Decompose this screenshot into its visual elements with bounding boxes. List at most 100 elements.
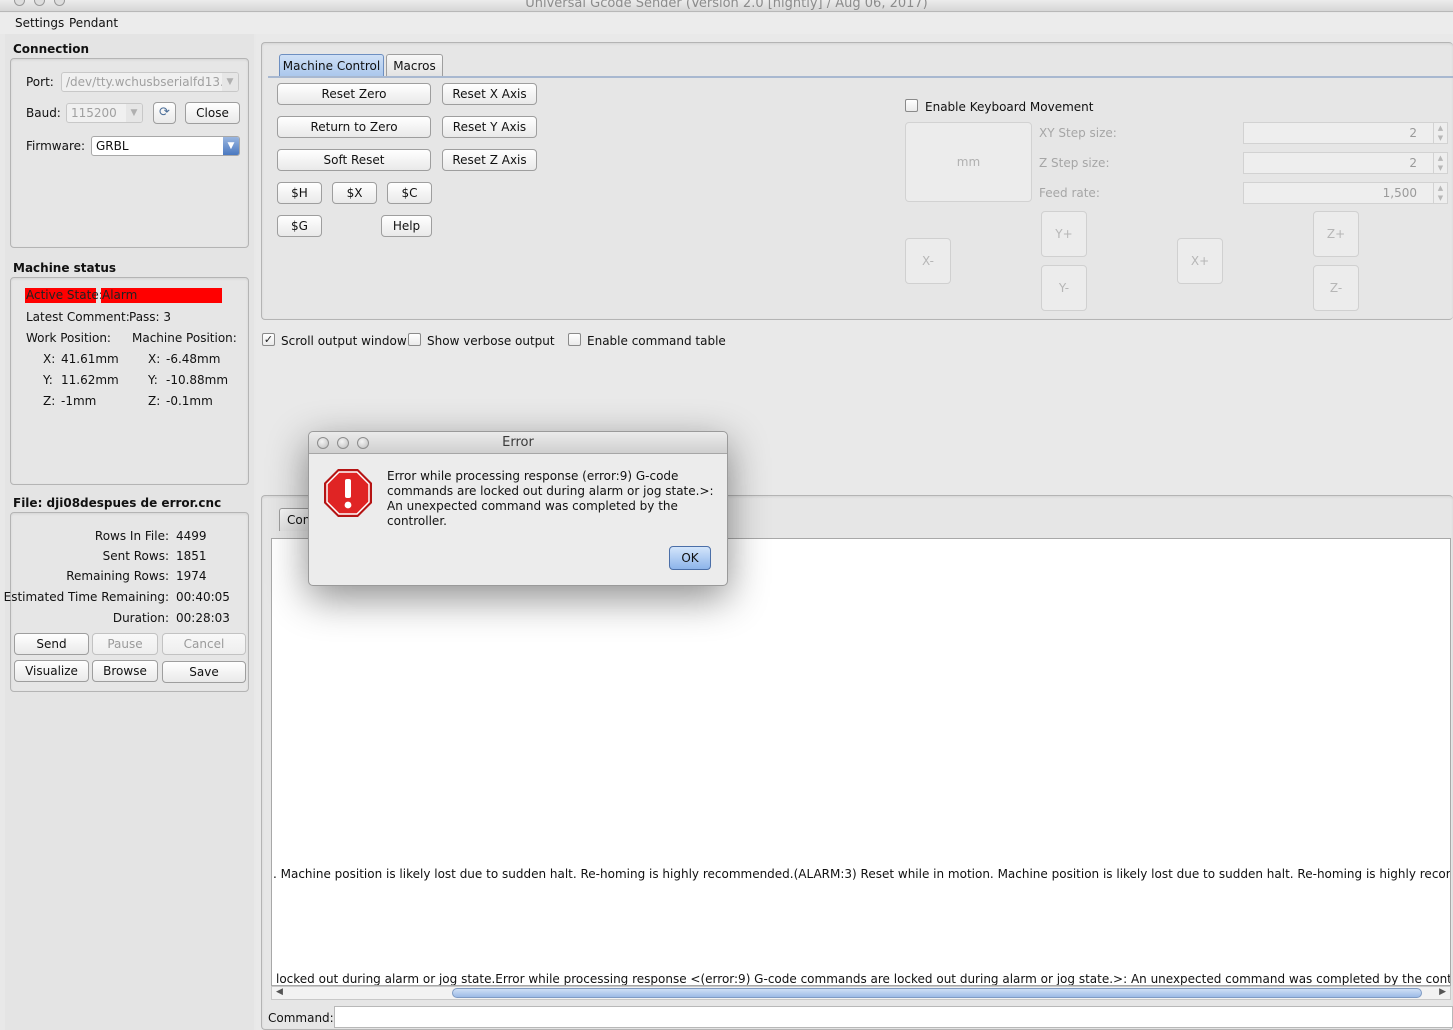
command-label: Command: — [268, 1011, 334, 1025]
scroll-left-icon[interactable]: ◀ — [276, 987, 283, 997]
tab-macros[interactable]: Macros — [386, 54, 443, 77]
machine-control-panel — [261, 42, 1453, 320]
firmware-select[interactable]: GRBL ▼ — [91, 136, 240, 156]
unlock-button[interactable]: $X — [332, 182, 377, 204]
menu-settings[interactable]: Settings — [15, 16, 64, 30]
send-button[interactable]: Send — [14, 633, 89, 655]
scroll-output-checkbox[interactable]: ✓ — [262, 333, 275, 346]
command-table-label: Enable command table — [587, 334, 726, 348]
dialog-title: Error — [309, 432, 727, 454]
feed-rate-spinner[interactable]: 1,500 ▲ ▼ — [1243, 182, 1448, 204]
close-button[interactable]: Close — [185, 102, 240, 124]
xy-step-label: XY Step size: — [1039, 126, 1117, 140]
pause-button[interactable]: Pause — [92, 633, 158, 655]
work-position-label: Work Position: — [26, 331, 111, 345]
port-select[interactable]: /dev/tty.wchusbserialfd13... ▼ — [61, 72, 239, 92]
tab-machine-control[interactable]: Machine Control — [279, 54, 384, 77]
enable-keyboard-checkbox[interactable] — [905, 99, 918, 112]
work-x-label: X: — [43, 352, 56, 366]
reset-zero-button[interactable]: Reset Zero — [277, 83, 431, 105]
spinner-arrows-icon[interactable]: ▲ ▼ — [1433, 123, 1447, 143]
spinner-arrows-icon[interactable]: ▲ ▼ — [1433, 153, 1447, 173]
jog-z-plus-button[interactable]: Z+ — [1313, 211, 1359, 257]
return-to-zero-button[interactable]: Return to Zero — [277, 116, 431, 138]
verbose-output-checkbox[interactable] — [408, 333, 421, 346]
window-title: Universal Gcode Sender (Version 2.0 [nig… — [525, 0, 928, 11]
check-mode-button[interactable]: $C — [387, 182, 432, 204]
baud-select[interactable]: 115200 ▼ — [66, 103, 143, 123]
command-input[interactable] — [334, 1006, 1453, 1028]
port-label: Port: — [26, 75, 54, 89]
error-dialog: Error Error while processing response (e… — [308, 431, 728, 586]
jog-x-minus-button[interactable]: X- — [905, 238, 951, 284]
spinner-arrows-icon[interactable]: ▲ ▼ — [1433, 183, 1447, 203]
ok-button[interactable]: OK — [669, 546, 711, 570]
refresh-ports-button[interactable]: ⟳ — [153, 102, 176, 124]
latest-comment-label: Latest Comment: — [26, 310, 130, 324]
remaining-rows-value: 1974 — [176, 569, 207, 583]
scroll-right-icon[interactable]: ▶ — [1439, 987, 1446, 997]
save-button[interactable]: Save — [162, 661, 246, 683]
chevron-down-icon: ▼ — [222, 73, 238, 91]
dialog-close-icon[interactable] — [317, 437, 329, 449]
firmware-label: Firmware: — [26, 139, 86, 153]
machine-z-value: -0.1mm — [166, 394, 213, 408]
command-table-checkbox[interactable] — [568, 333, 581, 346]
menu-bar: Settings Pendant — [0, 13, 1453, 34]
dialog-minimize-icon[interactable] — [337, 437, 349, 449]
active-state-label: Active State: — [25, 288, 103, 303]
rows-in-file-label: Rows In File: — [94, 529, 169, 543]
machine-position-label: Machine Position: — [132, 331, 237, 345]
reset-x-axis-button[interactable]: Reset X Axis — [442, 83, 537, 105]
home-button[interactable]: $H — [277, 182, 322, 204]
error-stop-sign-icon — [324, 469, 372, 517]
jog-y-minus-button[interactable]: Y- — [1041, 265, 1087, 311]
enable-keyboard-label: Enable Keyboard Movement — [925, 100, 1094, 114]
chevron-down-icon: ▼ — [223, 137, 239, 155]
dialog-zoom-icon[interactable] — [357, 437, 369, 449]
baud-value: 115200 — [71, 106, 117, 120]
work-z-label: Z: — [43, 394, 56, 408]
tab-underline — [268, 76, 1453, 78]
work-x-value: 41.61mm — [61, 352, 119, 366]
rows-in-file-value: 4499 — [176, 529, 207, 543]
console-line: . Machine position is likely lost due to… — [273, 867, 1451, 881]
machine-z-label: Z: — [148, 394, 161, 408]
menu-pendant[interactable]: Pendant — [69, 16, 118, 30]
scrollbar-thumb[interactable] — [452, 988, 1422, 998]
browse-button[interactable]: Browse — [92, 660, 158, 682]
cancel-button[interactable]: Cancel — [162, 633, 246, 655]
visualize-button[interactable]: Visualize — [14, 660, 89, 682]
verbose-output-label: Show verbose output — [427, 334, 555, 348]
console-line: locked out during alarm or jog state.Err… — [276, 972, 1451, 986]
active-state-value: Alarm — [101, 288, 222, 303]
soft-reset-button[interactable]: Soft Reset — [277, 149, 431, 171]
connection-heading: Connection — [13, 42, 90, 56]
dialog-message: Error while processing response (error:9… — [387, 469, 714, 528]
jog-z-minus-button[interactable]: Z- — [1313, 265, 1359, 311]
work-y-value: 11.62mm — [61, 373, 119, 387]
units-toggle[interactable]: mm — [905, 122, 1032, 202]
gcode-state-button[interactable]: $G — [277, 215, 322, 237]
scroll-output-label: Scroll output window — [281, 334, 407, 348]
jog-x-plus-button[interactable]: X+ — [1177, 238, 1223, 284]
port-value: /dev/tty.wchusbserialfd13... — [66, 75, 232, 89]
console-output[interactable]: . Machine position is likely lost due to… — [271, 538, 1451, 986]
latest-comment-value: Pass: 3 — [129, 310, 172, 324]
machine-y-value: -10.88mm — [166, 373, 229, 387]
duration-value: 00:28:03 — [176, 611, 230, 625]
reset-y-axis-button[interactable]: Reset Y Axis — [442, 116, 537, 138]
sent-rows-value: 1851 — [176, 549, 207, 563]
xy-step-spinner[interactable]: 2 ▲ ▼ — [1243, 122, 1448, 144]
jog-y-plus-button[interactable]: Y+ — [1041, 211, 1087, 257]
sent-rows-label: Sent Rows: — [102, 549, 169, 563]
remaining-rows-label: Remaining Rows: — [66, 569, 169, 583]
z-step-spinner[interactable]: 2 ▲ ▼ — [1243, 152, 1448, 174]
refresh-icon: ⟳ — [159, 105, 170, 120]
console-horizontal-scrollbar[interactable]: ◀ ▶ — [271, 986, 1451, 1000]
machine-y-label: Y: — [148, 373, 158, 387]
reset-z-axis-button[interactable]: Reset Z Axis — [442, 149, 537, 171]
chevron-down-icon: ▼ — [126, 104, 142, 122]
help-button[interactable]: Help — [381, 215, 432, 237]
work-z-value: -1mm — [61, 394, 97, 408]
